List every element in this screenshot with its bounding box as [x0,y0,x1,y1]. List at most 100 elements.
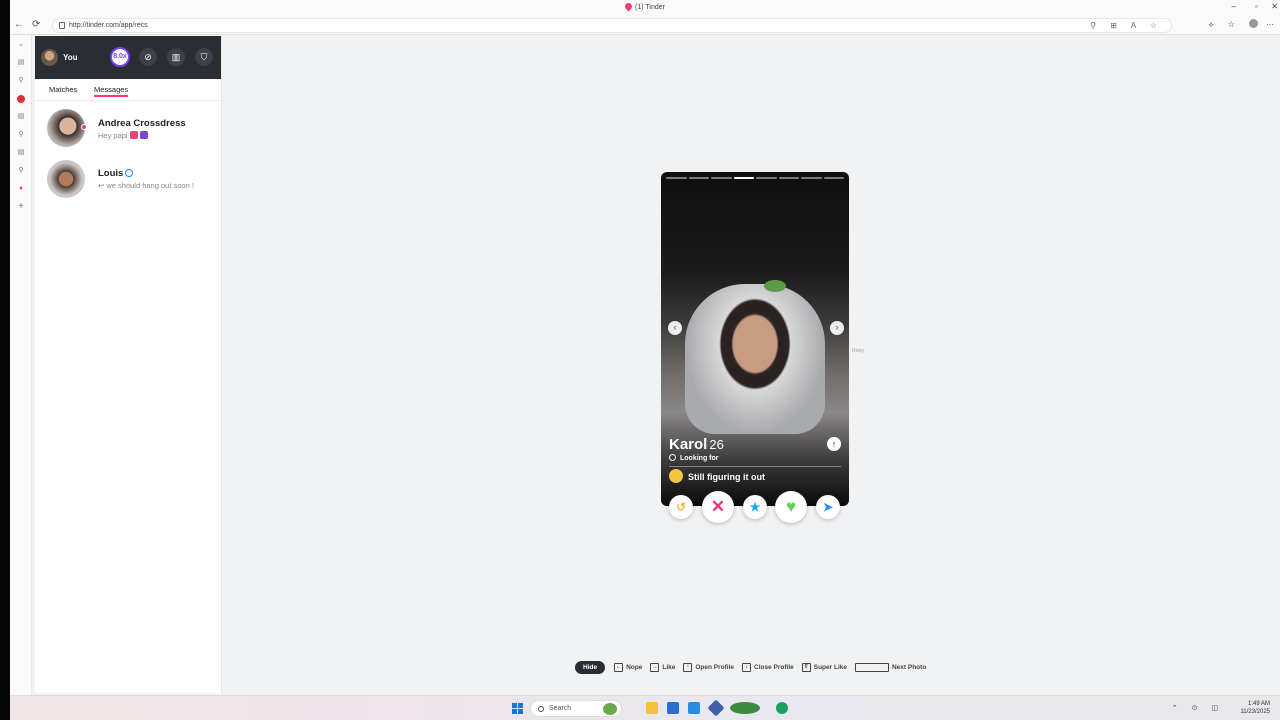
user-label[interactable]: You [63,53,78,62]
photo-progress-segment [688,177,709,179]
emoji-icon [139,131,148,139]
site-info-icon[interactable] [59,22,65,29]
window-titlebar: (1) Tinder – ▫ ✕ [10,0,1280,16]
tinder-sidebar: You 8.0x ⊘ ▥ ⛉ Matches Messages Andrea C… [35,36,222,693]
profile-age: 26 [709,437,724,452]
next-photo-button[interactable]: › [830,321,844,335]
photo-progress-segment [711,177,732,179]
address-bar[interactable]: http://tinder.com/app/recs ⚲ ⊞ A ☆ [52,18,1172,33]
shortcut-like: → Like [650,663,676,672]
photo-progress-segment [733,177,754,179]
open-profile-icon[interactable]: ↑ [827,437,841,451]
clock-date: 11/23/2025 [1240,709,1270,715]
new-tab-icon[interactable]: + [17,202,25,212]
profile-card[interactable]: ‹ › Karol 26 ↑ Looking for Still figuring… [661,172,849,506]
tinder-flame-icon [623,1,634,12]
close-window-button[interactable]: ✕ [1271,2,1278,11]
tab-messages[interactable]: Messages [94,85,129,97]
avatar[interactable] [47,160,85,198]
minimize-button[interactable]: – [1232,2,1236,11]
shortcut-open-profile: ↑ Open Profile [683,663,734,672]
search-icon [669,454,676,461]
card-divider [669,466,841,467]
send-icon: ➤ [822,500,834,514]
tab-icon[interactable]: ▤ [17,59,25,67]
app-icon[interactable] [688,702,700,714]
browser-profile-icon[interactable] [1248,19,1258,28]
right-arrow-key-icon: → [650,663,660,672]
enter-key-icon: ⇧ [801,663,811,672]
thinking-emoji-icon [669,469,683,483]
briefcase-icon[interactable]: ▥ [167,48,185,66]
clock-time: 1:49 AM [1247,701,1270,707]
super-like-button[interactable]: ★ [743,495,767,519]
shortcut-next-photo: Next Photo [854,663,926,672]
search-tab-icon[interactable]: ⚲ [17,131,25,139]
user-avatar[interactable] [41,49,58,66]
contact-name: Andrea Crossdress [98,118,186,129]
photo-progress-segment [823,177,844,179]
search-tab-icon[interactable]: ⚲ [17,167,25,175]
record-tab-icon[interactable] [17,95,25,103]
store-icon[interactable] [667,702,679,714]
message-preview: Hey papi [98,131,148,140]
like-button[interactable]: ♥ [775,491,807,523]
search-tab-icon[interactable]: ⚲ [17,77,25,85]
rewind-icon: ↺ [675,500,687,514]
looking-for-label: Looking for [669,454,719,462]
file-explorer-icon[interactable] [646,702,658,714]
avatar[interactable] [47,109,85,147]
close-icon: ✕ [710,497,726,516]
tinder-tab-icon[interactable]: ♦ [17,185,25,193]
emoji-icon [129,131,138,139]
clock[interactable]: 1:49 AM 11/23/2025 [1240,700,1270,716]
boost-multiplier-badge[interactable]: 8.0x [110,47,130,67]
browser-toolbar-right: ⟡ ☆ ⋯ [1208,19,1280,30]
message-item[interactable]: Louis ↩ we should hang out soon ! [35,156,221,204]
message-item[interactable]: Andrea Crossdress Hey papi [35,106,221,154]
collapse-chevron-icon[interactable]: ⌄ [17,41,25,49]
shield-icon[interactable]: ⛉ [195,48,213,66]
app-icon[interactable] [730,702,760,714]
search-icon [538,706,544,712]
photo-progress-segment [801,177,822,179]
edge-browser-icon[interactable] [776,702,788,714]
compass-icon[interactable]: ⊘ [139,48,157,66]
rewind-button[interactable]: ↺ [669,495,693,519]
space-key-icon [854,663,889,672]
previous-photo-button[interactable]: ‹ [668,321,682,335]
tab-icon[interactable]: ▤ [17,113,25,121]
search-placeholder: Search [549,705,572,712]
star-icon: ★ [749,500,761,514]
online-indicator [81,124,87,130]
url-text[interactable]: http://tinder.com/app/recs [69,22,148,29]
system-tray[interactable]: ⌃ ⊙ ◫ [1172,704,1224,712]
back-button[interactable]: ← [14,19,24,30]
browser-toolbar: ← ⟳ http://tinder.com/app/recs ⚲ ⊞ A ☆ ⟡… [10,16,1280,35]
screen-edge [0,0,10,720]
taskbar-search[interactable]: Search [530,700,622,717]
more-menu-icon[interactable]: ⋯ [1266,20,1280,29]
boost-button[interactable]: ➤ [816,495,840,519]
tab-icon[interactable]: ▤ [17,149,25,157]
start-button[interactable] [512,703,523,714]
cursor-tooltip: Ricky [852,348,865,354]
address-bar-icons[interactable]: ⚲ ⊞ A ☆ [1090,21,1163,30]
verified-badge-icon [125,169,134,177]
tab-matches[interactable]: Matches [49,85,77,94]
down-arrow-key-icon: ↓ [742,663,752,672]
extensions-icon[interactable]: ⟡ ☆ [1208,20,1240,29]
shortcut-close-profile: ↓ Close Profile [742,663,794,672]
up-arrow-key-icon: ↑ [683,663,693,672]
profile-header: You 8.0x ⊘ ▥ ⛉ [35,36,221,79]
windows-taskbar: Search ⌃ ⊙ ◫ 1:49 AM 11/23/2025 [10,695,1280,720]
photo-progress-segment [778,177,799,179]
photo-progress-bar [666,177,844,179]
contact-name: Louis [98,168,134,179]
app-icon[interactable] [707,699,725,717]
nope-button[interactable]: ✕ [702,491,734,523]
hide-shortcuts-button[interactable]: Hide [575,661,606,674]
maximize-button[interactable]: ▫ [1255,2,1258,11]
reload-button[interactable]: ⟳ [32,19,40,30]
window-title: (1) Tinder [10,1,1280,12]
